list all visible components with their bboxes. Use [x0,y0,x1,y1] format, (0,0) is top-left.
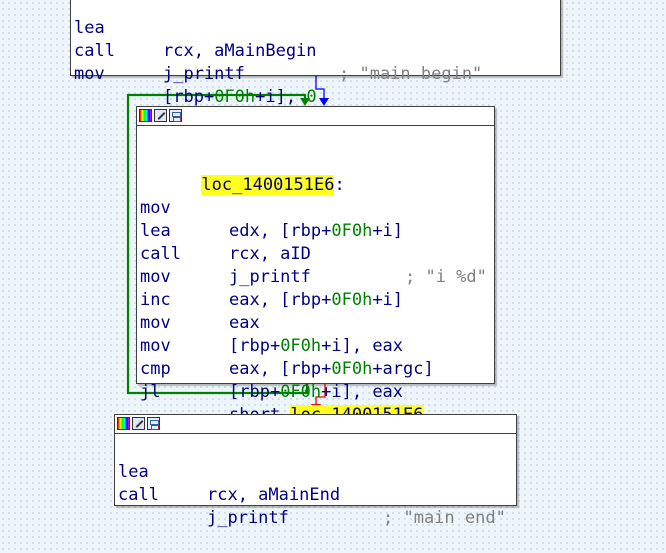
mnemonic: jl [140,382,161,402]
operands: j_printf [163,64,245,84]
block-label-line[interactable]: loc_1400151E6: [140,151,491,195]
block-header [115,415,516,434]
instruction-line[interactable]: mov eax, [rbp+0F0h+argc] [140,312,491,379]
basic-block-bottom[interactable]: lea rcx, aMainEnd ; "main end" call j_pr… [114,414,517,528]
edge-fallthrough [315,76,325,100]
color-palette-icon[interactable] [117,417,130,430]
instruction-line[interactable]: lea rcx, aMainEnd ; "main end" [118,438,513,528]
instruction-line[interactable]: call j_printf [140,220,491,287]
instruction-line[interactable]: cmp [rbp+0F0h+i], eax [140,335,491,402]
color-palette-icon[interactable] [139,109,152,122]
immediate-value: 0F0h [280,382,322,402]
mnemonic: call [118,485,159,505]
group-nodes-icon[interactable] [147,417,160,430]
operands: [rbp+0F0h+i], eax [229,381,403,404]
instruction-line[interactable]: lea rcx, aID ; "i %d" [140,197,491,287]
instruction-line[interactable]: mov [rbp+0F0h+i], 0 [74,40,557,107]
instruction-line[interactable]: call j_printf [118,461,513,528]
instruction-line[interactable]: jl short loc_1400151E6 [140,358,491,425]
instruction-line[interactable]: inc eax [140,266,491,333]
operand-text: [rbp+ [229,382,281,402]
block-header [137,107,494,126]
group-nodes-icon[interactable] [169,109,182,122]
immediate-value: 0F0h [214,87,256,107]
rename-icon[interactable] [132,417,145,430]
mnemonic: mov [74,64,105,84]
operand-text: [rbp+ [163,87,215,107]
rename-icon[interactable] [154,109,167,122]
comment: ; "main begin" [339,64,483,84]
instruction-line[interactable]: lea rcx, aMainBegin ; "main begin" [74,0,557,84]
immediate-value: 0 [306,87,317,107]
basic-block-loop[interactable]: loc_1400151E6: mov edx, [rbp+0F0h+i] lea… [136,106,495,425]
operand-text: +i], eax [321,382,404,402]
instruction-line[interactable]: mov edx, [rbp+0F0h+i] [140,174,491,241]
instruction-line[interactable]: call j_printf [74,17,557,84]
edge-fallthrough-arrow [319,98,329,106]
comment: ; "main end" [383,508,506,528]
basic-block-top[interactable]: lea rcx, aMainBegin ; "main begin" call … [70,0,561,107]
instruction-line[interactable]: mov [rbp+0F0h+i], eax [140,289,491,356]
operands: rcx, aMainEnd [207,485,341,505]
operand-text: +i], [255,87,307,107]
operands: j_printf [207,508,289,528]
instruction-line[interactable]: mov eax, [rbp+0F0h+i] [140,243,491,310]
